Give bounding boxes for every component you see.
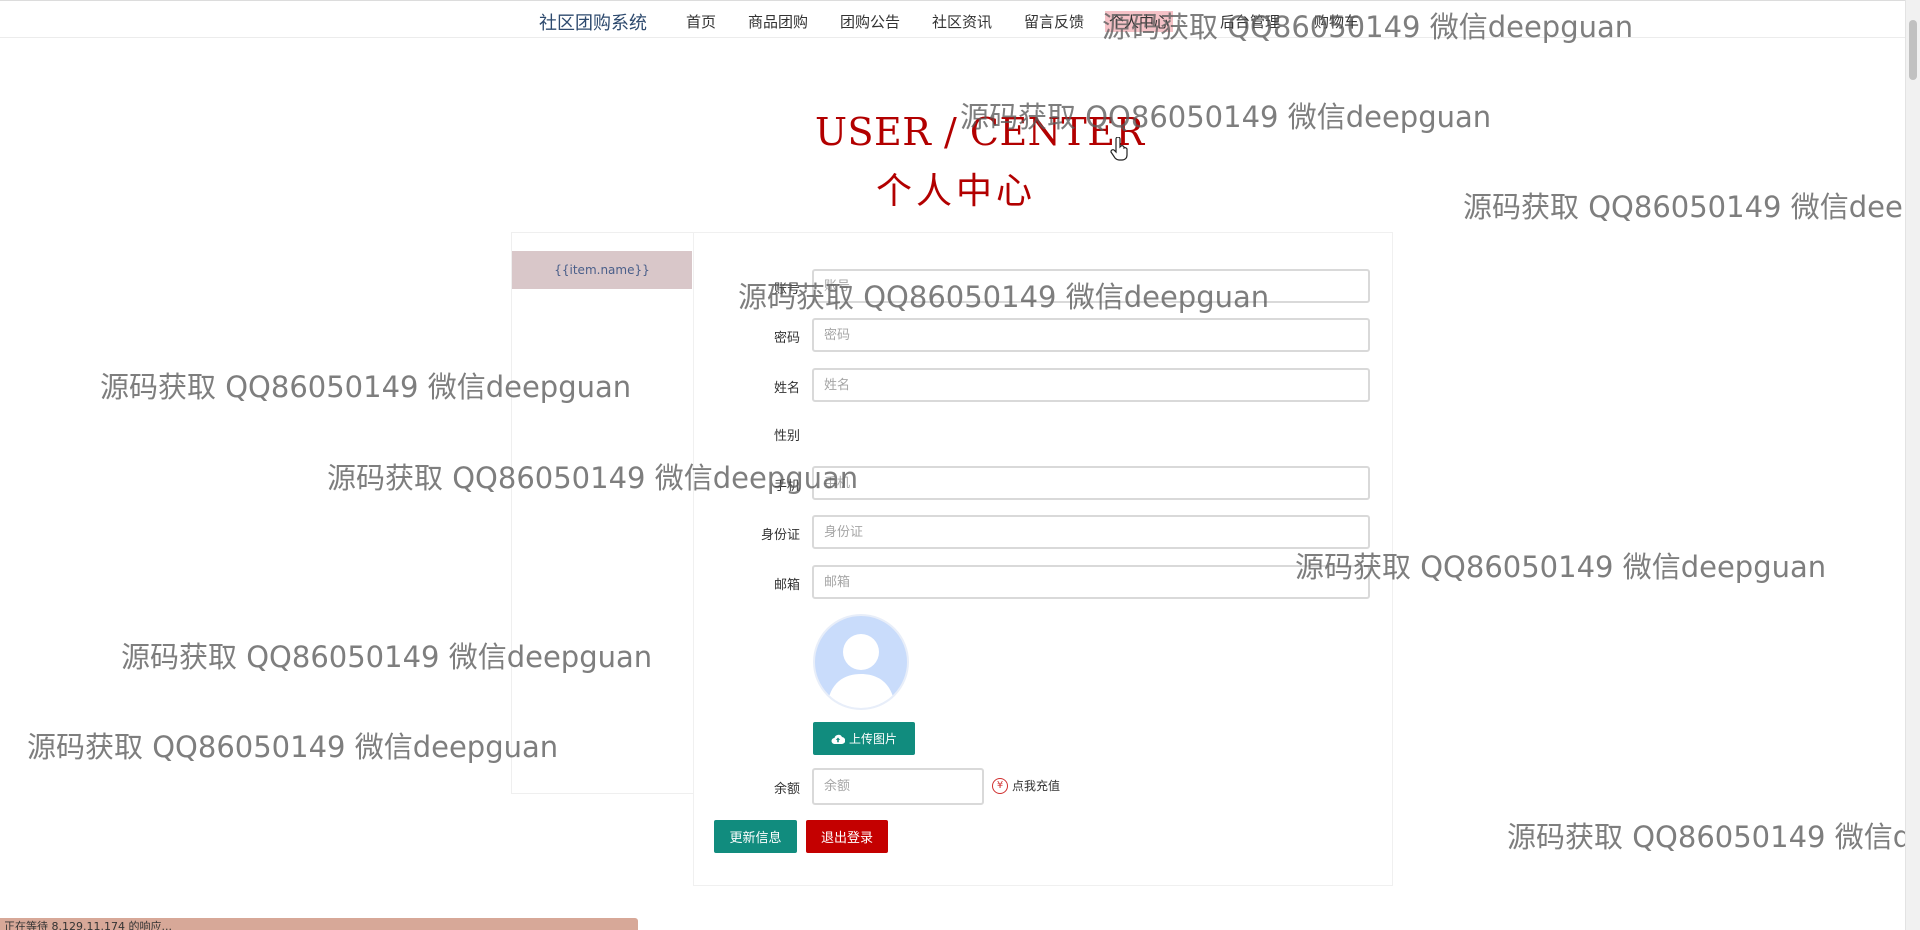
sidebar: {{item.name}} (511, 232, 695, 794)
user-silhouette-icon (827, 634, 895, 708)
nav-item-group-buy[interactable]: 商品团购 (748, 11, 808, 32)
yen-icon: ¥ (992, 777, 1008, 794)
idcard-field[interactable] (812, 515, 1370, 549)
nav-item-feedback[interactable]: 留言反馈 (1024, 11, 1084, 32)
watermark: 源码获取 QQ86050149 微信deepguan (1507, 820, 1920, 854)
recharge-label: 点我充值 (1012, 779, 1061, 793)
idcard-label: 身份证 (760, 528, 800, 543)
account-label: 账号 (773, 282, 800, 297)
name-label: 姓名 (773, 381, 800, 396)
page-title-cn: 个人中心 (876, 171, 1037, 212)
brand-title[interactable]: 社区团购系统 (539, 9, 647, 35)
password-label: 密码 (773, 331, 800, 346)
vertical-scrollbar[interactable] (1905, 0, 1920, 930)
browser-status-bar: 正在等待 8.129.11.174 的响应... (0, 918, 638, 930)
upload-image-label: 上传图片 (848, 732, 897, 746)
recharge-link[interactable]: ¥ 点我充值 (992, 777, 1060, 794)
top-nav: 社区团购系统 首页 商品团购 团购公告 社区资讯 留言反馈 个人中心 后台管理 … (0, 0, 1906, 38)
nav-item-home[interactable]: 首页 (686, 11, 716, 32)
page: 社区团购系统 首页 商品团购 团购公告 社区资讯 留言反馈 个人中心 后台管理 … (0, 0, 1920, 930)
account-field[interactable] (812, 269, 1370, 303)
name-field[interactable] (812, 368, 1370, 402)
update-info-button[interactable]: 更新信息 (714, 820, 797, 853)
nav-item-cart[interactable]: 购物车 (1314, 11, 1359, 32)
logout-button[interactable]: 退出登录 (806, 820, 888, 853)
nav-item-user-center[interactable]: 个人中心 (1105, 11, 1174, 32)
sidebar-item[interactable]: {{item.name}} (512, 251, 692, 289)
watermark: 源码获取 QQ86050149 微信deepguan (27, 730, 559, 764)
watermark: 源码获取 QQ86050149 微信deepguan (1463, 190, 1920, 224)
balance-label: 余额 (773, 782, 800, 797)
nav-item-announcements[interactable]: 团购公告 (840, 11, 900, 32)
nav-item-news[interactable]: 社区资讯 (932, 11, 992, 32)
phone-label: 手机 (773, 479, 800, 494)
avatar (813, 614, 909, 710)
page-title-en: USER / CENTER (815, 110, 1145, 154)
email-field[interactable] (812, 565, 1370, 599)
upload-image-button[interactable]: 上传图片 (813, 722, 915, 755)
scrollbar-thumb[interactable] (1909, 20, 1917, 80)
phone-field[interactable] (812, 466, 1370, 500)
gender-label: 性别 (773, 429, 800, 444)
nav-item-admin[interactable]: 后台管理 (1220, 11, 1280, 32)
balance-field[interactable] (812, 768, 984, 805)
password-field[interactable] (812, 318, 1370, 352)
cloud-upload-icon (831, 734, 845, 744)
hand-cursor-icon (1110, 136, 1128, 165)
email-label: 邮箱 (773, 578, 800, 593)
